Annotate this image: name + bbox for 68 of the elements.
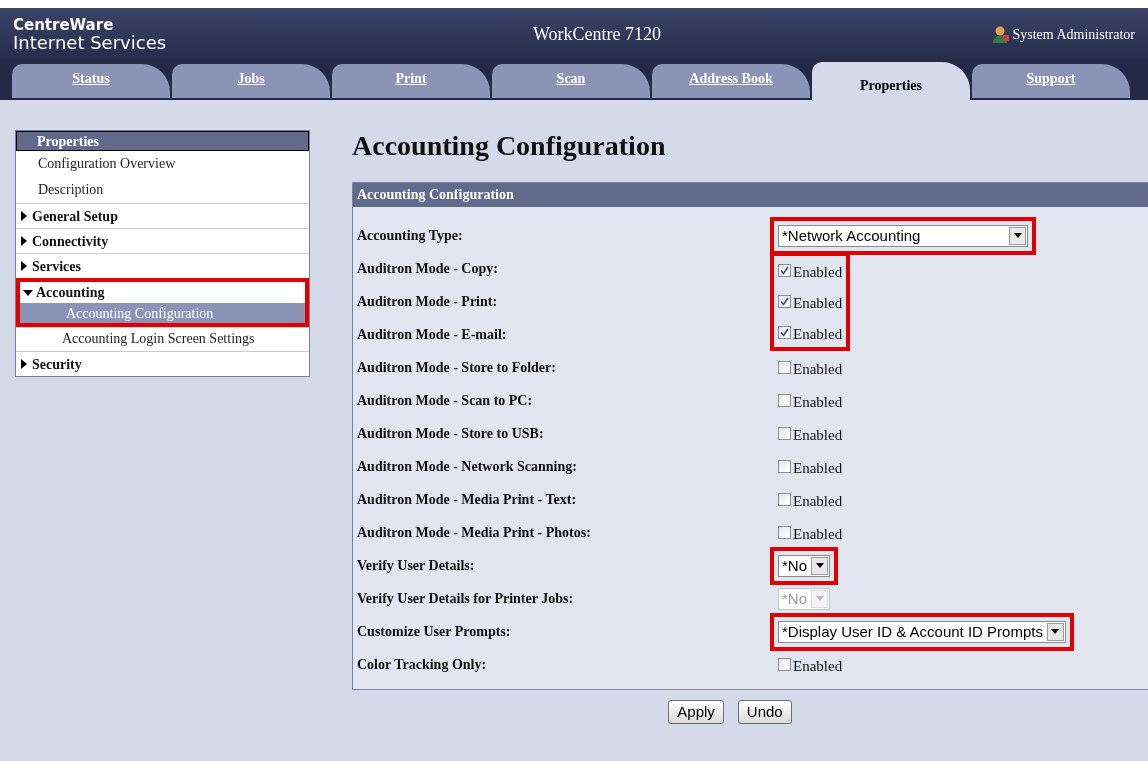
field-label: Accounting Type:	[357, 227, 464, 245]
caret-icon	[811, 589, 828, 608]
checkbox[interactable]	[778, 264, 791, 277]
user-name: System Administrator	[1012, 25, 1135, 44]
checkbox[interactable]	[778, 361, 791, 374]
field-label: Auditron Mode - Media Print - Text:	[357, 491, 578, 509]
field-label: Auditron Mode - Scan to PC:	[357, 392, 534, 410]
triangle-right-icon	[19, 211, 29, 221]
triangle-right-icon	[19, 261, 29, 271]
checkbox-label: Enabled	[793, 425, 843, 445]
sidebar-folder[interactable]: Services	[16, 253, 309, 278]
checkbox-label: Enabled	[793, 293, 843, 313]
checkbox[interactable]	[778, 295, 791, 308]
sidebar-folder[interactable]: General Setup	[16, 203, 309, 228]
field-label: Auditron Mode - Copy:	[357, 260, 499, 278]
dropdown[interactable]: *Network Accounting	[778, 224, 1028, 247]
dropdown-value: *Network Accounting	[781, 225, 922, 246]
checkbox-label: Enabled	[793, 458, 843, 478]
dropdown[interactable]: *Display User ID & Account ID Prompts	[778, 620, 1066, 643]
dropdown-value: *No	[781, 555, 808, 576]
action-button[interactable]: Apply	[668, 700, 724, 724]
field-label: Color Tracking Only:	[357, 656, 488, 674]
field-label: Verify User Details:	[357, 557, 476, 575]
caret-icon	[1046, 622, 1064, 641]
checkbox[interactable]	[778, 460, 791, 473]
triangle-right-icon	[19, 359, 29, 369]
checkbox-label: Enabled	[793, 359, 843, 379]
panel-title: Accounting Configuration	[353, 183, 1148, 207]
checkbox[interactable]	[778, 493, 791, 506]
field-label: Customize User Prompts:	[357, 623, 512, 641]
sidebar-title: Properties	[16, 131, 309, 151]
action-button[interactable]: Undo	[737, 700, 792, 724]
checkbox-label: Enabled	[793, 491, 843, 511]
dropdown-value: *No	[781, 588, 808, 609]
sidebar-folder[interactable]: Connectivity	[16, 228, 309, 253]
sidebar-folder[interactable]: Security	[16, 351, 309, 376]
field-label: Auditron Mode - Network Scanning:	[357, 458, 578, 476]
field-label: Verify User Details for Printer Jobs:	[357, 590, 575, 608]
dropdown-value: *Display User ID & Account ID Prompts	[781, 621, 1044, 642]
sidebar-link[interactable]: Configuration Overview	[16, 151, 309, 177]
field-label: Auditron Mode - Store to Folder:	[357, 359, 557, 377]
triangle-down-icon	[23, 287, 33, 298]
field-label: Auditron Mode - E-mail:	[357, 326, 508, 344]
caret-icon	[1009, 226, 1026, 245]
dropdown[interactable]: *No	[778, 554, 830, 577]
logo-subtitle: Internet Services	[13, 34, 168, 52]
field-label: Auditron Mode - Print:	[357, 293, 499, 311]
field-label: Auditron Mode - Media Print - Photos:	[357, 524, 592, 542]
page-title: Accounting Configuration	[352, 130, 667, 162]
caret-icon	[811, 556, 828, 575]
checkbox-label: Enabled	[793, 524, 843, 544]
user-icon	[991, 25, 1010, 43]
checkbox-label: Enabled	[793, 262, 843, 282]
checkbox[interactable]	[778, 526, 791, 539]
checkbox[interactable]	[778, 326, 791, 339]
device-name: WorkCentre 7120	[533, 22, 663, 46]
sidebar-subitem[interactable]: Accounting Login Screen Settings	[16, 327, 309, 351]
checkbox[interactable]	[778, 394, 791, 407]
field-label: Auditron Mode - Store to USB:	[357, 425, 545, 443]
sidebar-link[interactable]: Description	[16, 177, 309, 203]
logo-text: CentreWare	[13, 16, 115, 34]
triangle-right-icon	[19, 236, 29, 246]
checkbox[interactable]	[778, 427, 791, 440]
nav-tab[interactable]: Properties	[812, 62, 970, 100]
checkbox[interactable]	[778, 658, 791, 671]
checkbox-label: Enabled	[793, 324, 843, 344]
checkbox-label: Enabled	[793, 656, 843, 676]
checkbox-label: Enabled	[793, 392, 843, 412]
